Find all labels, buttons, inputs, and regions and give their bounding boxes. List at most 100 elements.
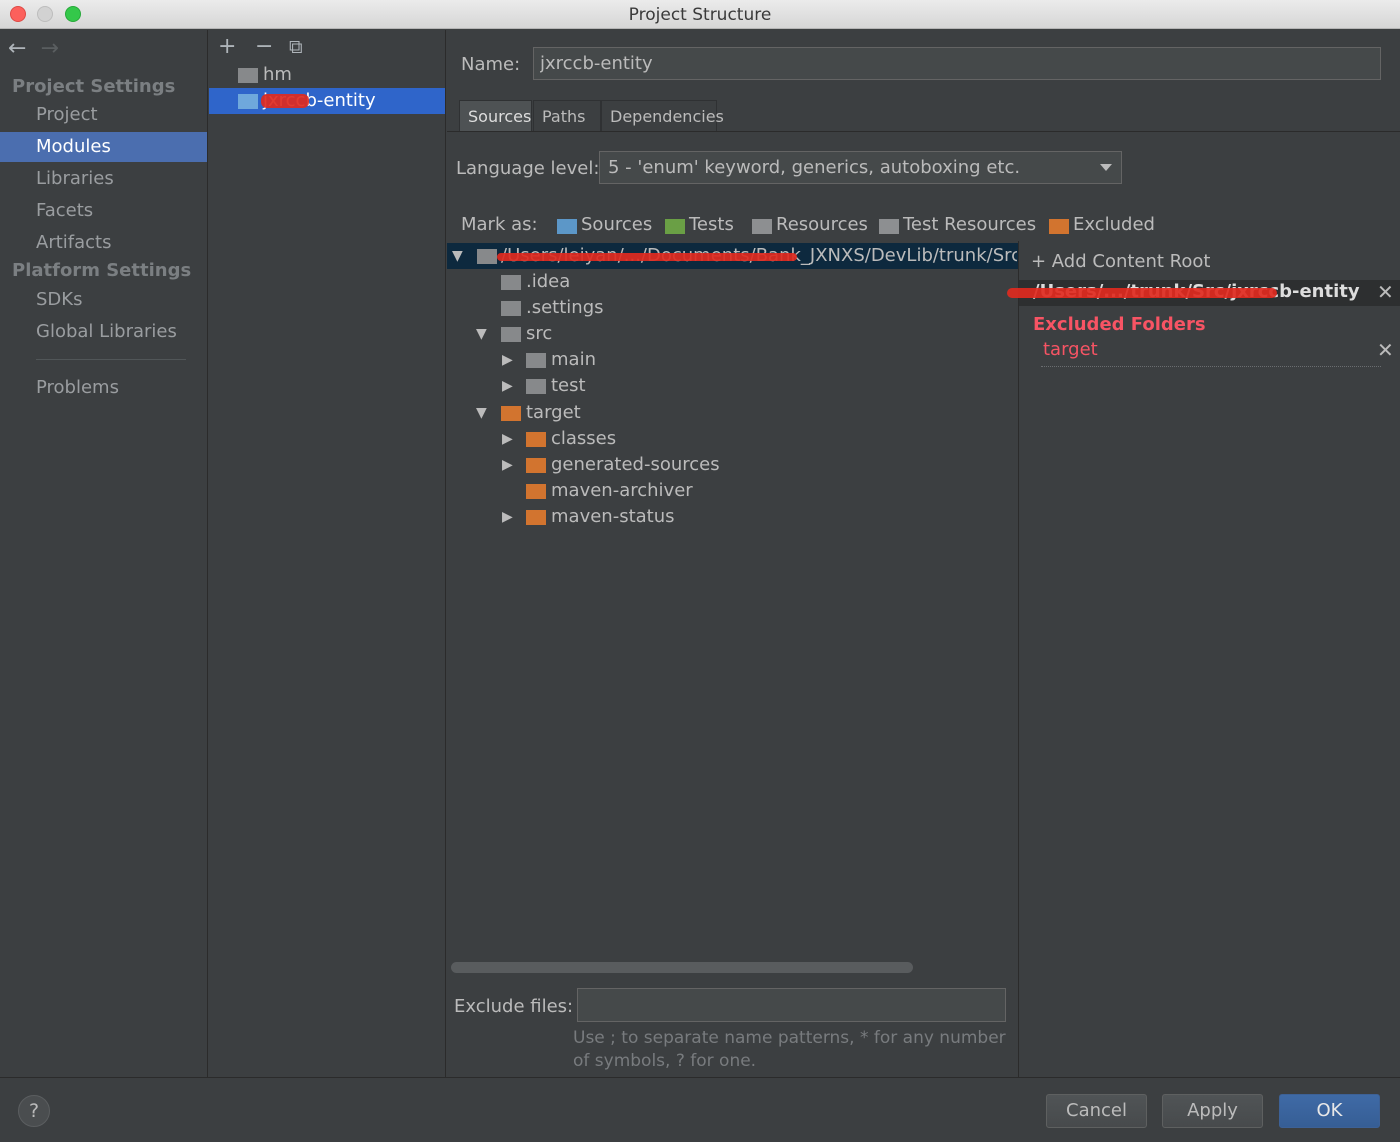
excluded-folder-item[interactable]: target xyxy=(1043,339,1098,360)
apply-button[interactable]: Apply xyxy=(1162,1094,1263,1128)
tree-label: .settings xyxy=(526,297,604,318)
sidebar-item-sdks[interactable]: SDKs xyxy=(0,285,207,315)
expand-arrow-icon[interactable]: ▼ xyxy=(452,243,463,269)
tree-row[interactable]: ▼ target xyxy=(447,400,1018,426)
collapse-arrow-icon[interactable]: ▶ xyxy=(502,373,513,399)
sidebar-item-project[interactable]: Project xyxy=(0,100,207,130)
tree-row[interactable]: ▶ generated-sources xyxy=(447,452,1018,478)
resources-folder-icon xyxy=(752,219,772,234)
exclude-files-input[interactable] xyxy=(577,988,1006,1022)
tree-row[interactable]: ▶ main xyxy=(447,347,1018,373)
module-name-field[interactable] xyxy=(533,47,1381,80)
tree-row-root[interactable]: ▼ /Users/leiyan/.../Documents/Bank_JXNXS… xyxy=(447,243,1018,269)
folder-icon xyxy=(526,379,546,394)
excluded-folder-icon xyxy=(1049,219,1069,234)
excluded-folder-icon xyxy=(526,458,546,473)
sidebar-item-libraries[interactable]: Libraries xyxy=(0,164,207,194)
window-title: Project Structure xyxy=(628,5,772,25)
chevron-down-icon xyxy=(1100,164,1112,171)
language-level-select[interactable]: 5 - 'enum' keyword, generics, autoboxing… xyxy=(599,151,1122,184)
sidebar-item-facets[interactable]: Facets xyxy=(0,196,207,226)
tab-divider xyxy=(447,131,1400,132)
sidebar-item-global-libraries[interactable]: Global Libraries xyxy=(0,317,207,347)
tree-row[interactable]: ▶ test xyxy=(447,373,1018,399)
tree-label: main xyxy=(551,349,596,370)
forward-arrow-icon[interactable]: → xyxy=(40,36,58,61)
tree-label: classes xyxy=(551,428,617,449)
mark-sources-label: Sources xyxy=(581,214,653,235)
remove-excluded-folder-icon[interactable]: ✕ xyxy=(1377,338,1394,362)
tree-row[interactable]: ▶ maven-status xyxy=(447,504,1018,530)
remove-module-icon[interactable]: − xyxy=(255,34,273,59)
tests-folder-icon xyxy=(665,219,685,234)
module-folder-icon xyxy=(238,68,258,83)
title-bar: Project Structure xyxy=(0,0,1400,29)
tab-sources[interactable]: Sources xyxy=(459,100,532,132)
folder-icon xyxy=(501,275,521,290)
folder-icon xyxy=(501,301,521,316)
language-level-label: Language level: xyxy=(456,158,600,179)
tree-row[interactable]: .settings xyxy=(447,295,1018,321)
test-resources-folder-icon xyxy=(879,219,899,234)
collapse-arrow-icon[interactable]: ▶ xyxy=(502,426,513,452)
copy-module-icon[interactable]: ⧉ xyxy=(289,36,303,58)
module-item-hm[interactable]: hm xyxy=(209,62,445,88)
exclude-files-hint: Use ; to separate name patterns, * for a… xyxy=(573,1028,1006,1071)
source-tree: ▼ /Users/leiyan/.../Documents/Bank_JXNXS… xyxy=(447,241,1018,1001)
excluded-folder-icon xyxy=(501,406,521,421)
module-label: hm xyxy=(263,64,292,85)
back-arrow-icon[interactable]: ← xyxy=(8,36,26,61)
folder-icon xyxy=(477,249,497,264)
collapse-arrow-icon[interactable]: ▶ xyxy=(502,347,513,373)
mark-excluded-label: Excluded xyxy=(1073,214,1155,235)
language-level-value: 5 - 'enum' keyword, generics, autoboxing… xyxy=(608,157,1021,178)
excluded-folder-icon xyxy=(526,484,546,499)
expand-arrow-icon[interactable]: ▼ xyxy=(476,321,487,347)
excluded-folder-icon xyxy=(526,432,546,447)
cancel-button[interactable]: Cancel xyxy=(1046,1094,1147,1128)
tree-label: .idea xyxy=(526,271,571,292)
folder-icon xyxy=(501,327,521,342)
tab-dependencies[interactable]: Dependencies xyxy=(601,100,724,132)
ok-button[interactable]: OK xyxy=(1279,1094,1380,1128)
tree-horizontal-scrollbar[interactable] xyxy=(451,962,913,973)
tab-paths[interactable]: Paths xyxy=(533,100,601,132)
collapse-arrow-icon[interactable]: ▶ xyxy=(502,504,513,530)
redaction-mark xyxy=(1007,288,1277,298)
settings-sidebar: ← → Project Settings Project Modules Libr… xyxy=(0,30,208,1077)
redaction-mark xyxy=(261,94,309,108)
project-settings-header: Project Settings xyxy=(12,76,176,97)
dialog-button-bar: ? Cancel Apply OK xyxy=(0,1077,1400,1142)
name-label: Name: xyxy=(461,54,521,75)
tree-row[interactable]: .idea xyxy=(447,269,1018,295)
module-item-entity[interactable]: jxrccb-entity xyxy=(209,88,445,114)
redaction-mark xyxy=(497,253,797,261)
sidebar-item-artifacts[interactable]: Artifacts xyxy=(0,228,207,258)
tree-label: test xyxy=(551,375,586,396)
add-module-icon[interactable]: + xyxy=(218,34,236,59)
nav-arrows: ← → xyxy=(8,36,73,61)
module-folder-icon xyxy=(238,94,258,109)
folder-icon xyxy=(526,353,546,368)
tree-label: maven-archiver xyxy=(551,480,693,501)
remove-content-root-icon[interactable]: ✕ xyxy=(1377,280,1394,304)
sidebar-item-problems[interactable]: Problems xyxy=(0,373,207,403)
excluded-folder-icon xyxy=(526,510,546,525)
help-button[interactable]: ? xyxy=(18,1095,50,1127)
mark-tests-label: Tests xyxy=(689,214,734,235)
tree-row[interactable]: ▶ classes xyxy=(447,426,1018,452)
tree-row[interactable]: maven-archiver xyxy=(447,478,1018,504)
add-content-root-button[interactable]: + Add Content Root xyxy=(1031,251,1210,272)
tree-label: src xyxy=(526,323,553,344)
content-roots-panel: + Add Content Root /Users/.../trunk/Src/… xyxy=(1007,241,1400,1077)
module-list-panel: + − ⧉ hm jxrccb-entity xyxy=(209,30,446,1077)
sidebar-divider xyxy=(36,359,186,360)
exclude-files-label: Exclude files: xyxy=(454,996,574,1017)
sidebar-item-modules[interactable]: Modules xyxy=(0,132,207,162)
tree-label: target xyxy=(526,402,581,423)
tree-row[interactable]: ▼ src xyxy=(447,321,1018,347)
excluded-folders-header: Excluded Folders xyxy=(1033,314,1206,335)
expand-arrow-icon[interactable]: ▼ xyxy=(476,400,487,426)
tree-label: generated-sources xyxy=(551,454,720,475)
collapse-arrow-icon[interactable]: ▶ xyxy=(502,452,513,478)
